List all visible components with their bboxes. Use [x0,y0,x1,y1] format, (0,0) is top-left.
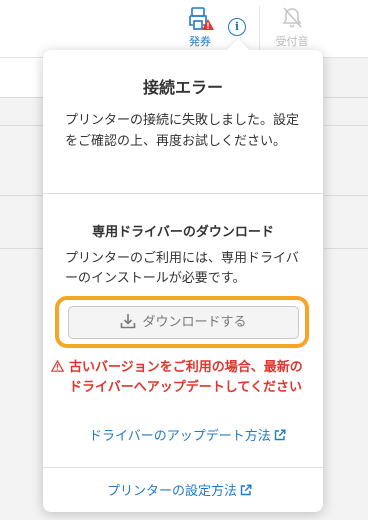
download-button-label: ダウンロードする [142,315,247,330]
warning-triangle-icon [51,360,64,372]
section-divider [43,467,323,468]
background-divider [0,97,43,98]
external-link-icon [240,484,252,496]
background-divider [0,195,43,196]
background-divider [324,125,368,126]
app-window: 発券 i 受付音 接続エラー プリンターの接続に失敗しました。設定をご確認の上、… [0,0,368,520]
driver-download-heading: 専用ドライバーのダウンロード [92,225,274,240]
reception-sound-label: 受付音 [275,35,309,48]
section-divider [43,193,323,194]
background-divider [324,195,368,196]
toolbar-divider [259,6,260,50]
background-divider [324,248,368,249]
background-divider [0,248,43,249]
warning-triangle-icon [202,19,214,30]
info-icon[interactable]: i [228,18,246,36]
reception-sound-button[interactable]: 受付音 [272,4,312,52]
popover-title: 接続エラー [142,78,223,97]
driver-update-link-label: ドライバーのアップデート方法 [89,429,271,444]
connection-error-popover: 接続エラー プリンターの接続に失敗しました。設定をご確認の上、再度お試しください… [43,38,323,512]
download-tray-icon [121,314,136,329]
bell-off-icon [282,7,302,28]
printer-settings-link-label: プリンターの設定方法 [107,484,238,499]
update-warning: 古いバージョンをご利用の場合、最新のドライバーへアップデートしてください [51,358,309,398]
external-link-icon [274,429,286,441]
error-message: プリンターの接続に失敗しました。設定をご確認の上、再度お試しください。 [65,113,300,149]
driver-update-link[interactable]: ドライバーのアップデート方法 [89,425,286,444]
background-divider [0,125,43,126]
background-row [0,57,43,97]
printer-settings-link[interactable]: プリンターの設定方法 [107,480,252,499]
issue-ticket-label: 発券 [189,35,211,48]
download-button[interactable]: ダウンロードする [68,306,299,339]
issue-ticket-button[interactable]: 発券 [180,4,220,52]
driver-message: プリンターのご利用には、専用ドライバーのインストールが必要です。 [65,251,299,286]
background-divider [324,97,368,98]
update-warning-text: 古いバージョンをご利用の場合、最新のドライバーへアップデートしてください [69,360,303,395]
